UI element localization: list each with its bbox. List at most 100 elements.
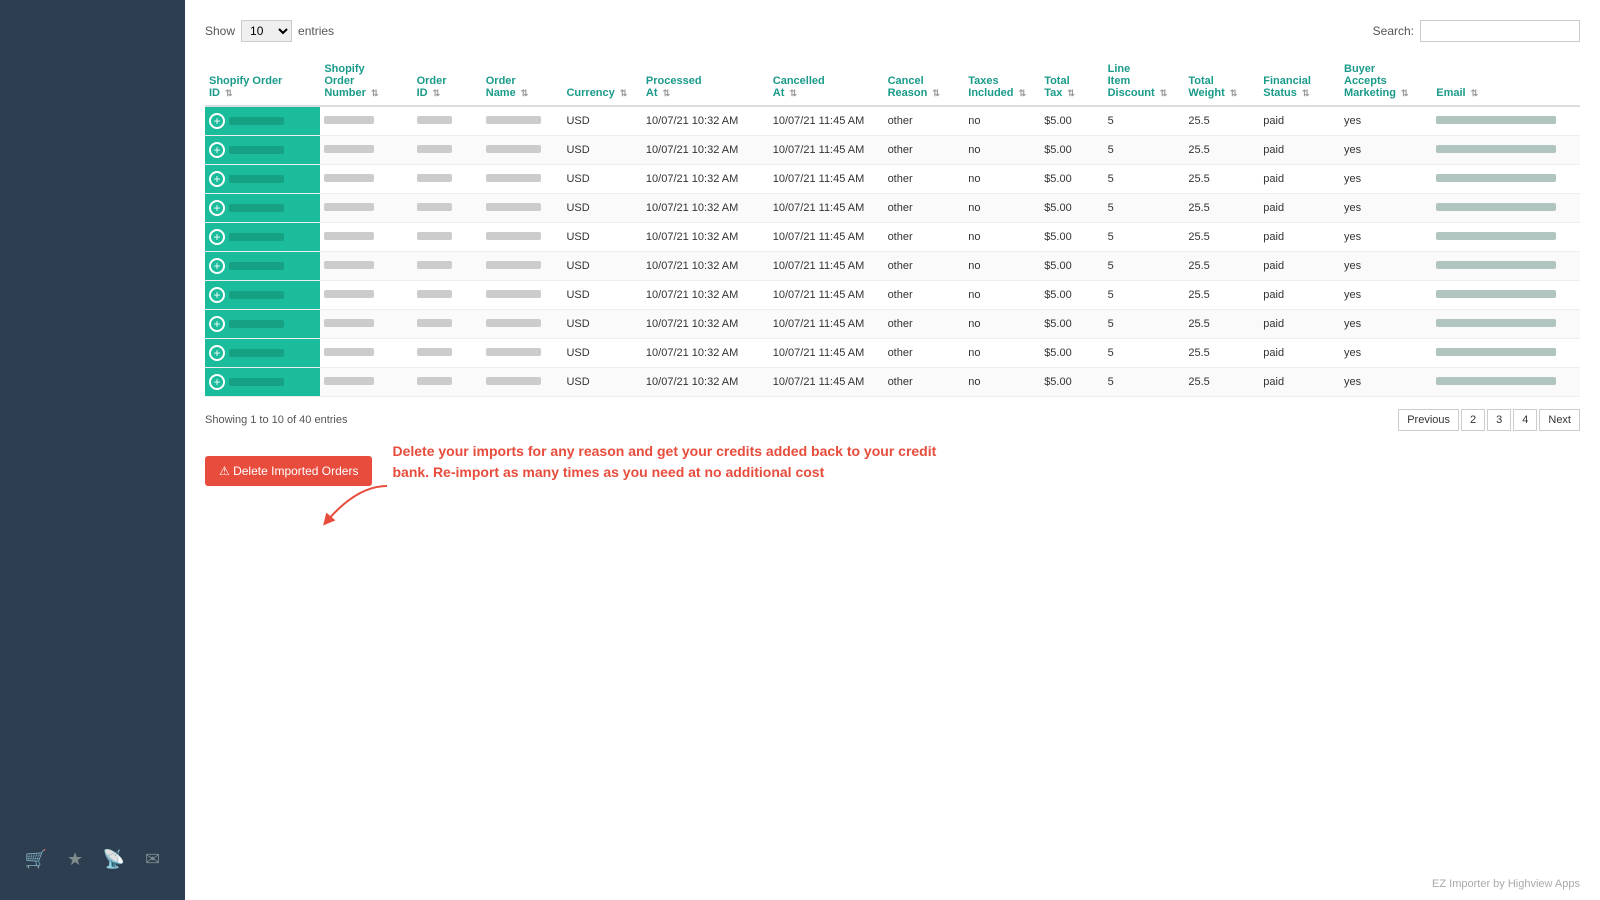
currency-cell: USD	[562, 194, 641, 223]
currency-cell: USD	[562, 165, 641, 194]
expand-row-button[interactable]: +	[209, 113, 225, 129]
cancelled-at-cell: 10/07/21 11:45 AM	[769, 281, 884, 310]
col-header-taxes-included[interactable]: TaxesIncluded ⇅	[964, 57, 1040, 106]
expand-row-button[interactable]: +	[209, 258, 225, 274]
page-3-button[interactable]: 3	[1487, 409, 1511, 431]
star-icon[interactable]: ★	[67, 849, 83, 870]
expand-row-button[interactable]: +	[209, 200, 225, 216]
order-name-cell	[482, 310, 563, 339]
order-id-cell	[413, 136, 482, 165]
cancelled-at-cell: 10/07/21 11:45 AM	[769, 165, 884, 194]
order-id-cell	[413, 194, 482, 223]
show-label: Show	[205, 24, 235, 38]
order-id-cell	[413, 106, 482, 136]
cancelled-at-cell: 10/07/21 11:45 AM	[769, 339, 884, 368]
col-header-buyer-accepts-marketing[interactable]: BuyerAcceptsMarketing ⇅	[1340, 57, 1432, 106]
order-name-cell	[482, 281, 563, 310]
buyer-accepts-marketing-cell: yes	[1340, 281, 1432, 310]
cancel-reason-cell: other	[884, 310, 965, 339]
col-header-currency[interactable]: Currency ⇅	[562, 57, 641, 106]
order-id-cell	[413, 281, 482, 310]
total-tax-cell: $5.00	[1040, 339, 1103, 368]
cancel-reason-cell: other	[884, 339, 965, 368]
cancel-reason-cell: other	[884, 136, 965, 165]
annotation-container: Delete your imports for any reason and g…	[392, 441, 952, 483]
total-tax-cell: $5.00	[1040, 194, 1103, 223]
prev-button[interactable]: Previous	[1398, 409, 1459, 431]
total-tax-cell: $5.00	[1040, 310, 1103, 339]
expand-row-button[interactable]: +	[209, 345, 225, 361]
total-tax-cell: $5.00	[1040, 165, 1103, 194]
line-item-discount-cell: 5	[1104, 106, 1185, 136]
total-tax-cell: $5.00	[1040, 281, 1103, 310]
total-weight-cell: 25.5	[1184, 223, 1259, 252]
order-number-cell	[320, 136, 412, 165]
rss-icon[interactable]: 📡	[103, 849, 125, 870]
expand-row-button[interactable]: +	[209, 229, 225, 245]
col-header-line-item-discount[interactable]: LineItemDiscount ⇅	[1104, 57, 1185, 106]
col-header-processed-at[interactable]: ProcessedAt ⇅	[642, 57, 769, 106]
entries-select[interactable]: 10 25 50 100	[241, 20, 292, 42]
orders-table: Shopify OrderID ⇅ ShopifyOrderNumber ⇅ O…	[205, 57, 1580, 397]
col-header-total-weight[interactable]: TotalWeight ⇅	[1184, 57, 1259, 106]
expand-row-button[interactable]: +	[209, 287, 225, 303]
total-tax-cell: $5.00	[1040, 136, 1103, 165]
order-number-cell	[320, 106, 412, 136]
col-header-financial-status[interactable]: FinancialStatus ⇅	[1259, 57, 1340, 106]
buyer-accepts-marketing-cell: yes	[1340, 339, 1432, 368]
table-row: +USD10/07/21 10:32 AM10/07/21 11:45 AMot…	[205, 106, 1580, 136]
currency-cell: USD	[562, 339, 641, 368]
expand-row-button[interactable]: +	[209, 374, 225, 390]
financial-status-cell: paid	[1259, 106, 1340, 136]
order-id-cell	[413, 252, 482, 281]
order-number-cell	[320, 223, 412, 252]
show-entries-control: Show 10 25 50 100 entries	[205, 20, 334, 42]
processed-at-cell: 10/07/21 10:32 AM	[642, 106, 769, 136]
cancelled-at-cell: 10/07/21 11:45 AM	[769, 310, 884, 339]
email-cell	[1432, 339, 1580, 368]
search-input[interactable]	[1420, 20, 1580, 42]
expand-row-button[interactable]: +	[209, 316, 225, 332]
page-4-button[interactable]: 4	[1513, 409, 1537, 431]
col-header-total-tax[interactable]: TotalTax ⇅	[1040, 57, 1103, 106]
col-header-cancel-reason[interactable]: CancelReason ⇅	[884, 57, 965, 106]
currency-cell: USD	[562, 252, 641, 281]
currency-cell: USD	[562, 368, 641, 397]
expand-row-button[interactable]: +	[209, 171, 225, 187]
order-id-cell	[413, 310, 482, 339]
taxes-included-cell: no	[964, 281, 1040, 310]
total-weight-cell: 25.5	[1184, 281, 1259, 310]
line-item-discount-cell: 5	[1104, 136, 1185, 165]
col-header-shopify-order-id[interactable]: Shopify OrderID ⇅	[205, 57, 320, 106]
col-header-order-id[interactable]: OrderID ⇅	[413, 57, 482, 106]
email-cell	[1432, 252, 1580, 281]
line-item-discount-cell: 5	[1104, 310, 1185, 339]
line-item-discount-cell: 5	[1104, 281, 1185, 310]
search-control: Search:	[1373, 20, 1580, 42]
next-button[interactable]: Next	[1539, 409, 1580, 431]
col-header-cancelled-at[interactable]: CancelledAt ⇅	[769, 57, 884, 106]
total-weight-cell: 25.5	[1184, 310, 1259, 339]
cancelled-at-cell: 10/07/21 11:45 AM	[769, 194, 884, 223]
taxes-included-cell: no	[964, 106, 1040, 136]
order-id-cell	[413, 339, 482, 368]
annotation-arrow-icon	[317, 476, 397, 536]
col-header-shopify-order-number[interactable]: ShopifyOrderNumber ⇅	[320, 57, 412, 106]
col-header-order-name[interactable]: OrderName ⇅	[482, 57, 563, 106]
currency-cell: USD	[562, 310, 641, 339]
page-2-button[interactable]: 2	[1461, 409, 1485, 431]
mail-icon[interactable]: ✉	[145, 849, 160, 870]
cancel-reason-cell: other	[884, 281, 965, 310]
taxes-included-cell: no	[964, 368, 1040, 397]
expand-row-button[interactable]: +	[209, 142, 225, 158]
buyer-accepts-marketing-cell: yes	[1340, 223, 1432, 252]
order-id-cell	[413, 223, 482, 252]
cart-icon[interactable]: 🛒	[25, 849, 47, 870]
pagination: Previous 2 3 4 Next	[1398, 409, 1580, 431]
financial-status-cell: paid	[1259, 136, 1340, 165]
cancel-reason-cell: other	[884, 165, 965, 194]
buyer-accepts-marketing-cell: yes	[1340, 106, 1432, 136]
cancel-reason-cell: other	[884, 194, 965, 223]
order-name-cell	[482, 223, 563, 252]
col-header-email[interactable]: Email ⇅	[1432, 57, 1580, 106]
